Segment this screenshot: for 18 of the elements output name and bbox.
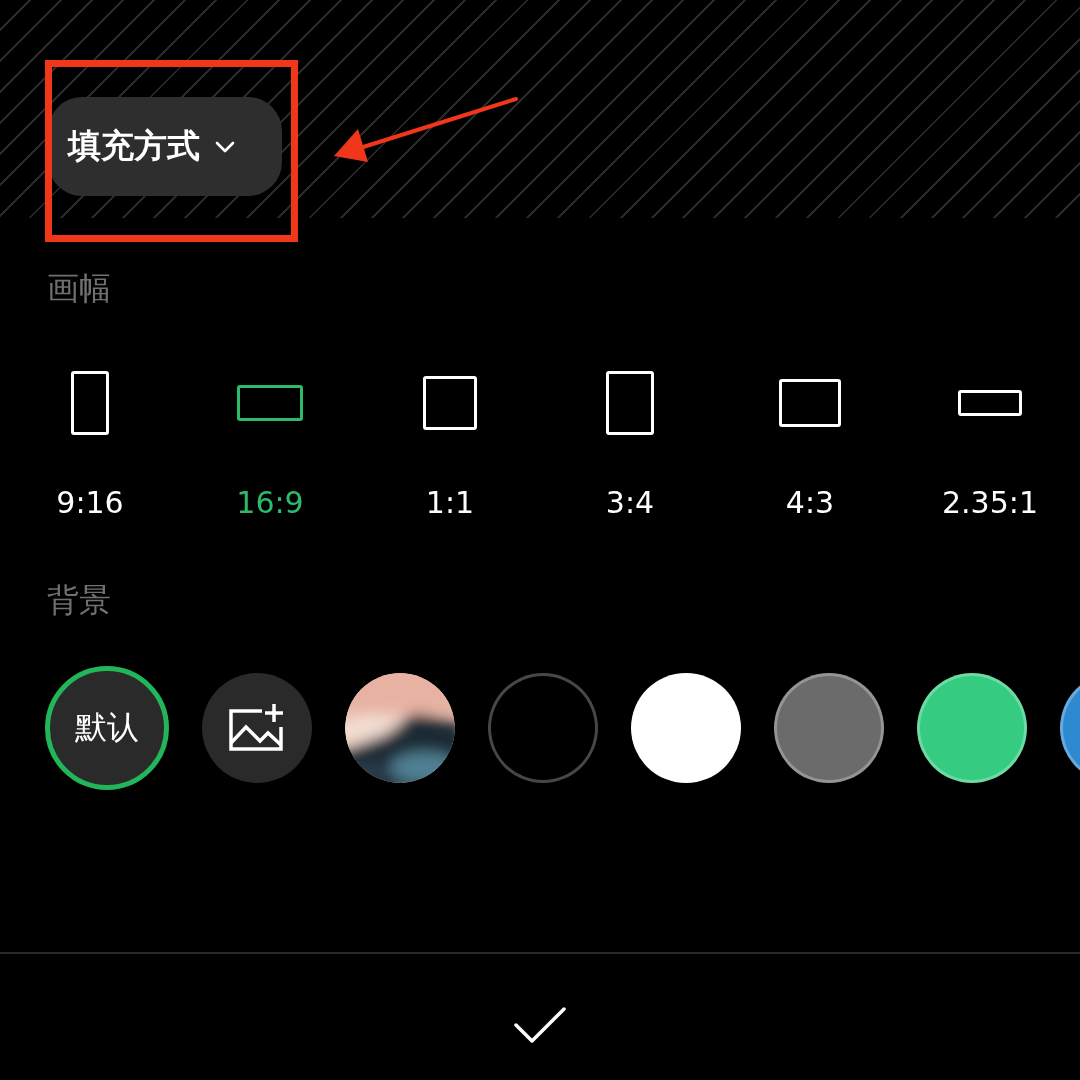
aspect-ratio-option[interactable]: 4:3 [720, 368, 900, 523]
frame-icon [958, 390, 1022, 416]
frame-icon [423, 376, 477, 430]
aspect-ratio-option[interactable]: 1:1 [360, 368, 540, 523]
frame-icon [779, 379, 841, 427]
section-title: 背景 [47, 580, 111, 620]
aspect-ratio-option[interactable]: 9:16 [0, 368, 180, 523]
section-title: 画幅 [47, 268, 111, 308]
confirm-check-icon[interactable] [513, 1005, 567, 1045]
aspect-ratio-option[interactable]: 2.35:1 [900, 368, 1080, 523]
frame-icon [71, 371, 109, 435]
aspect-ratio-option[interactable]: 3:4 [540, 368, 720, 523]
frame-icon [237, 385, 303, 421]
default-background-option[interactable]: 默认 [45, 666, 169, 790]
add-image-icon [228, 703, 286, 753]
frame-icon [606, 371, 654, 435]
caret-icon [214, 139, 236, 154]
aspect-ratio-option[interactable]: 16:9 [180, 368, 360, 523]
